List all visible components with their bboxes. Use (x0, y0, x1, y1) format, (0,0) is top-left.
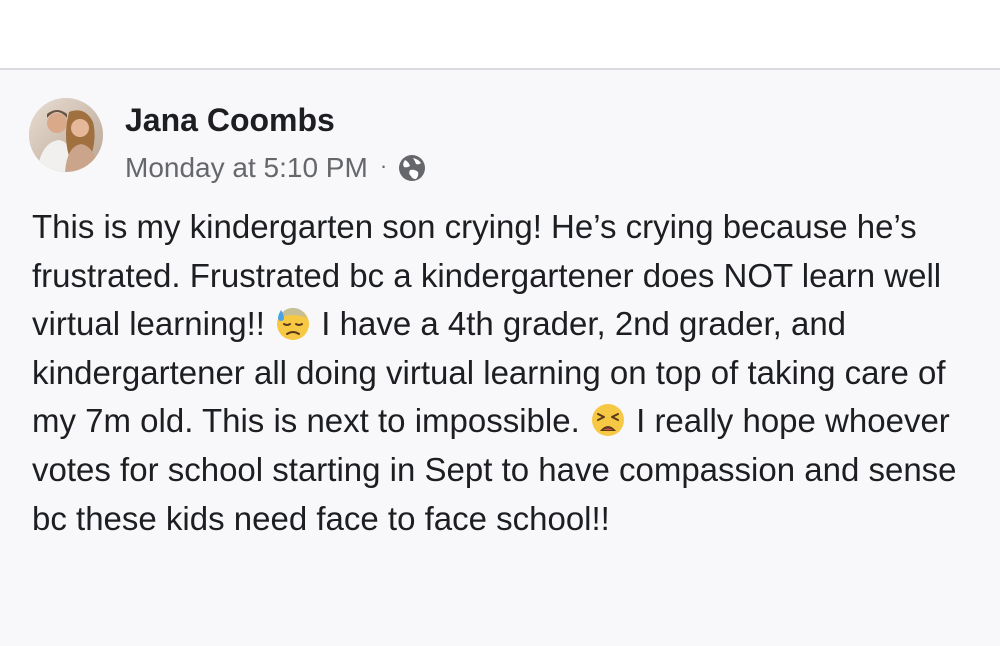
avatar[interactable] (29, 98, 103, 172)
post-meta: Monday at 5:10 PM · (125, 148, 427, 188)
author-name[interactable]: Jana Coombs (125, 102, 335, 139)
top-bar (0, 0, 1000, 68)
facebook-post: Jana Coombs Monday at 5:10 PM · This is … (0, 70, 1000, 646)
avatar-photo (29, 98, 103, 172)
weary-face-emoji (589, 401, 627, 439)
globe-icon[interactable] (397, 153, 427, 183)
post-text: This is my kindergarten son crying! He’s… (32, 203, 992, 543)
sweat-frowning-face-emoji (274, 304, 312, 342)
meta-separator: · (379, 153, 388, 178)
post-timestamp[interactable]: Monday at 5:10 PM (125, 152, 368, 184)
